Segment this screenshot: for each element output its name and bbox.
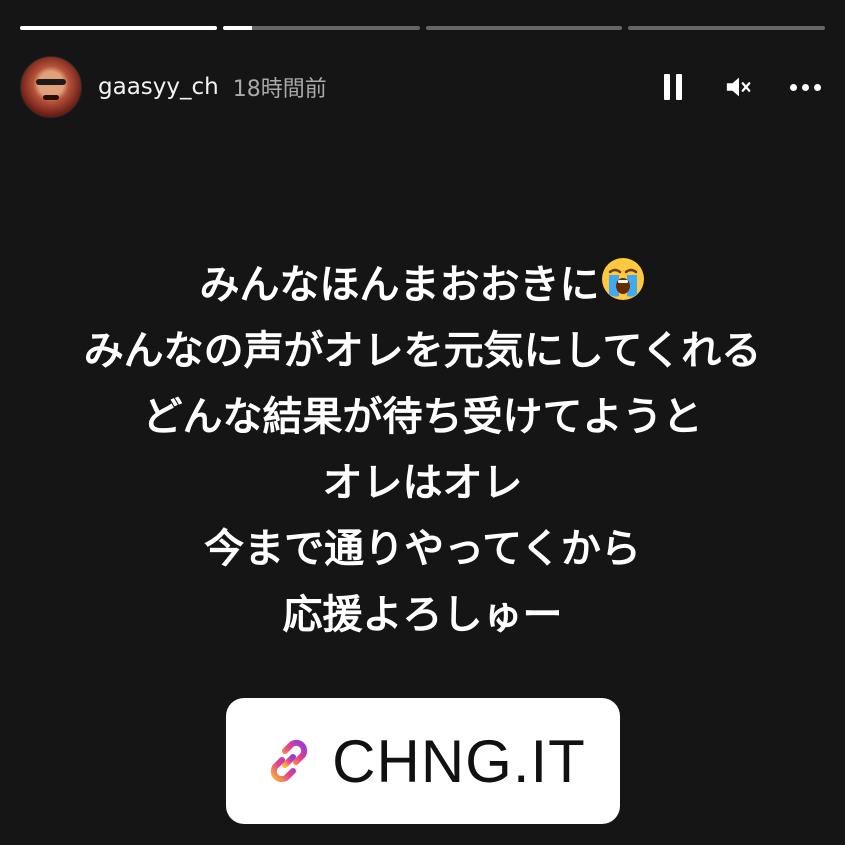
username[interactable]: gaasyy_ch <box>98 74 219 100</box>
story-text-line: 応援よろしゅー <box>282 592 563 638</box>
more-options-button[interactable] <box>789 72 821 102</box>
loudly-crying-face-emoji <box>601 258 644 300</box>
link-sticker[interactable]: CHNG.IT <box>226 698 620 824</box>
story-text: みんなほんまおおきに みんなの声がオレを元気にしてくれる どんな結果が待ち受けて… <box>0 252 845 648</box>
progress-segment <box>222 26 420 30</box>
avatar[interactable] <box>20 56 82 118</box>
mute-button[interactable] <box>725 72 753 102</box>
story-controls <box>659 72 825 102</box>
more-icon <box>789 83 821 91</box>
link-label: CHNG.IT <box>332 727 586 795</box>
pause-button[interactable] <box>659 72 687 102</box>
story-viewer[interactable]: gaasyy_ch 18時間前 みんなほんまおおきに みんなの声がオレを元気にし… <box>0 0 845 845</box>
story-text-line: 今まで通りやってくから <box>204 526 641 572</box>
story-header: gaasyy_ch 18時間前 <box>20 56 825 118</box>
progress-segment <box>628 26 825 30</box>
story-text-line: みんなほんまおおきに <box>0 252 845 318</box>
progress-segment <box>425 26 623 30</box>
story-progress-bar <box>20 26 825 30</box>
link-icon <box>271 739 308 783</box>
story-text-line: オレはオレ <box>322 460 523 506</box>
progress-segment <box>20 26 217 30</box>
story-text-line: どんな結果が待ち受けてようと <box>142 394 703 440</box>
story-text-line: みんなの声がオレを元気にしてくれる <box>83 328 762 374</box>
mute-icon <box>726 77 751 97</box>
timestamp: 18時間前 <box>232 77 327 102</box>
pause-icon <box>664 74 682 100</box>
